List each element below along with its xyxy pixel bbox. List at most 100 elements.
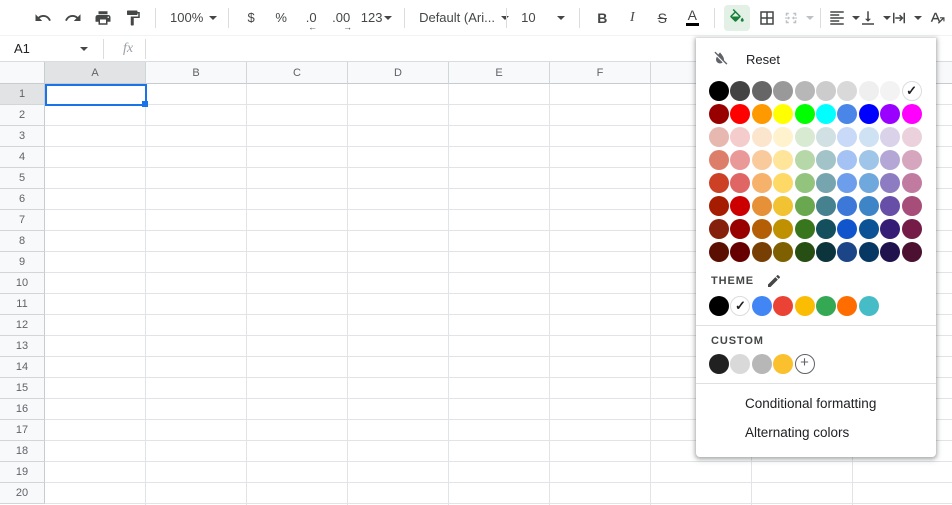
vertical-align-dropdown[interactable] — [862, 5, 889, 31]
color-swatch[interactable] — [730, 196, 750, 216]
color-swatch[interactable] — [795, 196, 815, 216]
row-header-19[interactable]: 19 — [0, 462, 45, 483]
menu-item-alternating-colors[interactable]: Alternating colors — [696, 418, 936, 447]
row-header-14[interactable]: 14 — [0, 357, 45, 378]
color-swatch[interactable] — [773, 173, 793, 193]
color-swatch[interactable] — [837, 173, 857, 193]
color-swatch[interactable] — [902, 196, 922, 216]
color-swatch[interactable] — [773, 150, 793, 170]
color-swatch[interactable] — [773, 104, 793, 124]
color-swatch[interactable] — [730, 104, 750, 124]
color-swatch[interactable] — [837, 81, 857, 101]
color-swatch[interactable] — [859, 296, 879, 316]
color-swatch[interactable] — [709, 242, 729, 262]
redo-button[interactable] — [60, 5, 86, 31]
color-swatch[interactable] — [709, 354, 729, 374]
color-swatch[interactable] — [709, 81, 729, 101]
color-swatch[interactable] — [902, 150, 922, 170]
row-header-7[interactable]: 7 — [0, 210, 45, 231]
color-swatch[interactable] — [837, 242, 857, 262]
color-swatch[interactable] — [880, 127, 900, 147]
color-swatch[interactable] — [859, 81, 879, 101]
color-swatch[interactable] — [902, 173, 922, 193]
decrease-decimal-button[interactable]: .0 ← — [298, 5, 324, 31]
color-swatch[interactable] — [773, 219, 793, 239]
color-swatch[interactable] — [709, 196, 729, 216]
row-header-18[interactable]: 18 — [0, 441, 45, 462]
color-swatch[interactable] — [752, 173, 772, 193]
row-header-12[interactable]: 12 — [0, 315, 45, 336]
color-swatch[interactable] — [880, 196, 900, 216]
color-swatch[interactable] — [709, 127, 729, 147]
row-header-17[interactable]: 17 — [0, 420, 45, 441]
color-swatch[interactable] — [773, 354, 793, 374]
color-swatch[interactable] — [709, 296, 729, 316]
increase-decimal-button[interactable]: .00 → — [328, 5, 354, 31]
color-swatch[interactable] — [859, 104, 879, 124]
undo-button[interactable] — [30, 5, 56, 31]
zoom-dropdown[interactable]: 100% — [165, 5, 219, 31]
color-swatch[interactable] — [730, 219, 750, 239]
text-rotation-button[interactable] — [924, 5, 950, 31]
color-swatch[interactable] — [795, 104, 815, 124]
color-swatch[interactable] — [773, 196, 793, 216]
color-swatch[interactable] — [795, 81, 815, 101]
color-swatch[interactable] — [902, 127, 922, 147]
color-swatch[interactable] — [773, 296, 793, 316]
column-header-E[interactable]: E — [449, 62, 550, 84]
color-swatch[interactable] — [816, 196, 836, 216]
color-swatch[interactable] — [752, 296, 772, 316]
format-percent-button[interactable]: % — [268, 5, 294, 31]
color-swatch[interactable] — [880, 104, 900, 124]
row-header-1[interactable]: 1 — [0, 84, 45, 105]
bold-button[interactable]: B — [589, 5, 615, 31]
color-swatch[interactable] — [859, 150, 879, 170]
color-swatch[interactable] — [795, 150, 815, 170]
color-swatch[interactable] — [837, 127, 857, 147]
borders-button[interactable] — [754, 5, 780, 31]
color-swatch[interactable] — [795, 127, 815, 147]
row-header-20[interactable]: 20 — [0, 483, 45, 504]
add-custom-color-button[interactable]: + — [795, 354, 815, 374]
color-swatch[interactable] — [837, 296, 857, 316]
color-swatch[interactable] — [859, 242, 879, 262]
color-swatch[interactable] — [709, 104, 729, 124]
color-swatch[interactable] — [752, 150, 772, 170]
color-swatch[interactable] — [859, 127, 879, 147]
color-swatch[interactable] — [816, 296, 836, 316]
color-swatch[interactable] — [837, 196, 857, 216]
color-swatch[interactable] — [752, 242, 772, 262]
more-formats-dropdown[interactable]: 123 — [358, 5, 395, 31]
color-swatch[interactable] — [752, 104, 772, 124]
color-swatch[interactable] — [816, 173, 836, 193]
color-swatch[interactable] — [773, 242, 793, 262]
color-swatch[interactable]: ✓ — [902, 81, 922, 101]
color-swatch[interactable] — [837, 104, 857, 124]
name-box[interactable]: A1 — [0, 41, 96, 56]
color-swatch[interactable] — [816, 104, 836, 124]
edit-pencil-icon[interactable] — [766, 273, 782, 289]
color-swatch[interactable] — [773, 127, 793, 147]
color-swatch[interactable] — [709, 219, 729, 239]
color-swatch[interactable] — [730, 150, 750, 170]
color-swatch[interactable] — [752, 219, 772, 239]
color-swatch[interactable] — [709, 173, 729, 193]
color-swatch[interactable] — [752, 127, 772, 147]
text-color-button[interactable]: A — [679, 5, 705, 31]
color-swatch[interactable] — [752, 81, 772, 101]
format-currency-button[interactable]: $ — [238, 5, 264, 31]
color-swatch[interactable] — [816, 219, 836, 239]
row-header-13[interactable]: 13 — [0, 336, 45, 357]
row-header-2[interactable]: 2 — [0, 105, 45, 126]
row-header-9[interactable]: 9 — [0, 252, 45, 273]
color-swatch[interactable] — [859, 219, 879, 239]
color-swatch[interactable]: ✓ — [730, 296, 750, 316]
color-swatch[interactable] — [816, 150, 836, 170]
color-swatch[interactable] — [816, 127, 836, 147]
column-header-C[interactable]: C — [247, 62, 348, 84]
row-header-11[interactable]: 11 — [0, 294, 45, 315]
column-header-A[interactable]: A — [45, 62, 146, 84]
row-header-10[interactable]: 10 — [0, 273, 45, 294]
menu-item-conditional-formatting[interactable]: Conditional formatting — [696, 389, 936, 418]
color-swatch[interactable] — [902, 104, 922, 124]
